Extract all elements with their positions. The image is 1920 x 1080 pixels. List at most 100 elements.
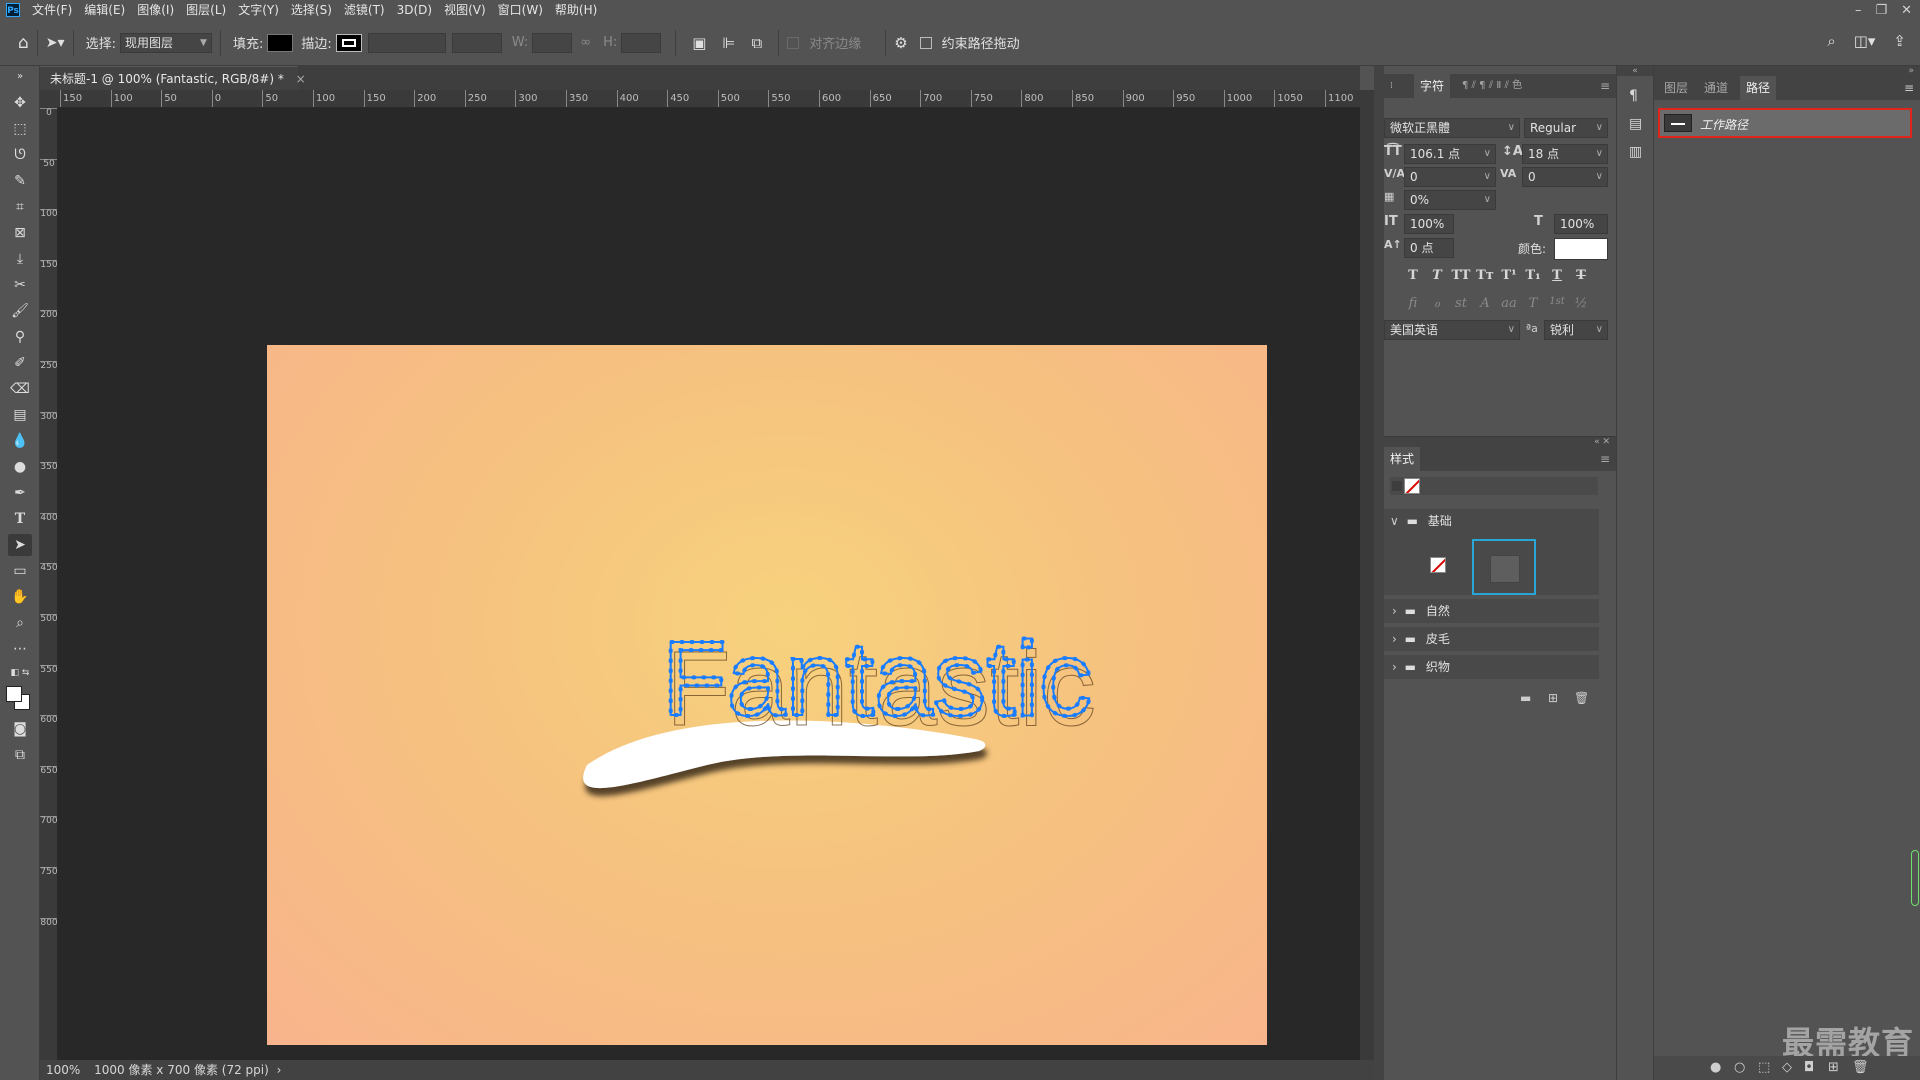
- document-tab[interactable]: 未标题-1 @ 100% (Fantastic, RGB/8#) * ×: [40, 66, 306, 90]
- edit-toolbar-icon[interactable]: ⋯: [8, 638, 32, 660]
- stroke-path-icon[interactable]: ○: [1734, 1060, 1745, 1075]
- path-arrangement-icon[interactable]: ⧉: [751, 34, 762, 52]
- menu-filter[interactable]: 滤镜(T): [338, 0, 391, 20]
- toolbox-collapse-icon[interactable]: »: [8, 66, 32, 88]
- gear-icon[interactable]: ⚙: [894, 34, 907, 52]
- styles-folder-fabric[interactable]: › ▬ 织物: [1384, 655, 1599, 679]
- styles-folder-basic[interactable]: ∨ ▬ 基础: [1384, 509, 1599, 533]
- font-style-dropdown[interactable]: Regular ∨: [1524, 118, 1608, 138]
- titling-alternates-button[interactable]: T: [1522, 296, 1544, 311]
- menu-help[interactable]: 帮助(H): [549, 0, 603, 20]
- stylistic-alternates-button[interactable]: aa: [1498, 296, 1520, 311]
- path-selection-tool-icon[interactable]: ➤: [8, 534, 32, 556]
- healing-tool-icon[interactable]: ✂: [8, 274, 32, 296]
- styles-folder-nature[interactable]: › ▬ 自然: [1384, 599, 1599, 623]
- lasso-tool-icon[interactable]: ᘎ: [8, 144, 32, 166]
- frame-tool-icon[interactable]: ⊠: [8, 222, 32, 244]
- foreground-color-swatch[interactable]: [6, 686, 22, 702]
- close-icon[interactable]: ✕: [1901, 3, 1912, 18]
- menu-file[interactable]: 文件(F): [26, 0, 78, 20]
- minimize-icon[interactable]: –: [1855, 3, 1862, 18]
- artboard[interactable]: Fantastic Fantastic Fantastic: [267, 345, 1267, 1045]
- strikethrough-button[interactable]: T: [1570, 268, 1592, 283]
- font-size-input[interactable]: 106.1 点 ∨: [1404, 144, 1496, 164]
- move-tool-icon[interactable]: ✥: [8, 92, 32, 114]
- language-dropdown[interactable]: 美国英语 ∨: [1384, 320, 1520, 340]
- text-color-swatch[interactable]: [1554, 238, 1608, 260]
- path-alignment-icon[interactable]: ⊫: [722, 34, 735, 52]
- screen-mode-icon[interactable]: ⧉: [8, 744, 32, 766]
- menu-edit[interactable]: 编辑(E): [78, 0, 131, 20]
- fractions-button[interactable]: ½: [1570, 296, 1592, 311]
- tab-channels[interactable]: 通道: [1704, 76, 1728, 100]
- eraser-tool-icon[interactable]: ⌫: [8, 378, 32, 400]
- horizontal-scale-input[interactable]: 100%: [1554, 214, 1608, 234]
- menu-type[interactable]: 文字(Y): [232, 0, 285, 20]
- notes-panel-icon[interactable]: ▥: [1629, 144, 1642, 160]
- menu-layer[interactable]: 图层(L): [180, 0, 232, 20]
- trash-icon[interactable]: 🗑: [1852, 1060, 1869, 1075]
- all-caps-button[interactable]: TT: [1450, 268, 1472, 283]
- restore-icon[interactable]: ❐: [1875, 3, 1887, 18]
- no-style-swatch[interactable]: [1430, 557, 1446, 573]
- clone-stamp-tool-icon[interactable]: ⚲: [8, 326, 32, 348]
- contextual-alternates-button[interactable]: st: [1450, 296, 1472, 311]
- ligatures-button[interactable]: fi: [1402, 296, 1424, 311]
- menu-3d[interactable]: 3D(D): [391, 0, 438, 20]
- constrain-checkbox[interactable]: [919, 36, 932, 49]
- stroke-type-dropdown[interactable]: [451, 32, 502, 53]
- paragraph-panel-icon[interactable]: ¶: [1629, 88, 1638, 104]
- swash-button[interactable]: A: [1474, 296, 1496, 311]
- stroke-swatch[interactable]: [335, 33, 362, 52]
- font-family-dropdown[interactable]: 微软正黑體 ∨: [1384, 118, 1520, 138]
- vertical-scale-input[interactable]: 100%: [1404, 214, 1454, 234]
- panel-grip-icon[interactable]: ⁞: [1384, 74, 1399, 98]
- baseline-shift-input[interactable]: 0 点: [1404, 238, 1454, 258]
- new-path-icon[interactable]: ⊞: [1828, 1060, 1839, 1075]
- workspace-icon[interactable]: ◫▾: [1854, 32, 1876, 50]
- panel-menu-icon[interactable]: ≡: [1904, 76, 1914, 100]
- faux-italic-button[interactable]: T: [1426, 268, 1448, 283]
- swap-colors-icon[interactable]: ◧ ⇆: [8, 662, 32, 684]
- default-style-swatch[interactable]: [1472, 539, 1536, 595]
- leading-input[interactable]: 18 点 ∨: [1522, 144, 1608, 164]
- ordinals-button[interactable]: 1st: [1546, 296, 1568, 307]
- panel-menu-icon[interactable]: ≡: [1594, 447, 1616, 471]
- path-selection-tool-icon[interactable]: ➤▾: [46, 35, 65, 51]
- quick-mask-icon[interactable]: ◙: [8, 718, 32, 740]
- dodge-tool-icon[interactable]: ●: [8, 456, 32, 478]
- tab-paths[interactable]: 路径: [1740, 76, 1777, 100]
- align-edges-checkbox[interactable]: [787, 36, 800, 49]
- quick-selection-tool-icon[interactable]: ✎: [8, 170, 32, 192]
- menu-image[interactable]: 图像(I): [131, 0, 180, 20]
- chevron-right-icon[interactable]: ›: [277, 1063, 282, 1077]
- eyedropper-tool-icon[interactable]: ⤓: [8, 248, 32, 270]
- work-path-row[interactable]: 工作路径: [1658, 108, 1912, 138]
- menu-view[interactable]: 视图(V): [438, 0, 492, 20]
- share-icon[interactable]: ⇪: [1893, 32, 1906, 50]
- zoom-tool-icon[interactable]: ⌕: [8, 612, 32, 634]
- brush-tool-icon[interactable]: 🖌: [8, 300, 32, 322]
- kerning-input[interactable]: 0 ∨: [1404, 167, 1496, 187]
- load-as-selection-icon[interactable]: ⬚: [1758, 1060, 1770, 1075]
- properties-panel-icon[interactable]: ▤: [1629, 116, 1642, 132]
- marquee-tool-icon[interactable]: ⬚: [8, 118, 32, 140]
- blur-tool-icon[interactable]: 💧: [8, 430, 32, 452]
- stroke-width-input[interactable]: [367, 32, 446, 53]
- hand-tool-icon[interactable]: ✋: [8, 586, 32, 608]
- history-brush-tool-icon[interactable]: ✐: [8, 352, 32, 374]
- width-input[interactable]: [532, 32, 573, 53]
- pen-tool-icon[interactable]: ✒: [8, 482, 32, 504]
- antialias-dropdown[interactable]: 锐利 ∨: [1544, 320, 1608, 340]
- superscript-button[interactable]: T¹: [1498, 268, 1520, 283]
- new-group-icon[interactable]: ▬: [1520, 691, 1531, 705]
- tab-layers[interactable]: 图层: [1664, 76, 1688, 100]
- vertical-scrollbar[interactable]: [1360, 90, 1374, 1060]
- swatch-gray-small[interactable]: [1392, 481, 1402, 491]
- document-info[interactable]: 1000 像素 x 700 像素 (72 ppi): [94, 1063, 269, 1077]
- tab-character[interactable]: 字符: [1414, 74, 1451, 98]
- crop-tool-icon[interactable]: ⌗: [8, 196, 32, 218]
- fill-path-icon[interactable]: ●: [1710, 1060, 1721, 1075]
- select-dropdown[interactable]: 现用图层 ▼: [119, 32, 212, 53]
- tracking-input[interactable]: 0 ∨: [1522, 167, 1608, 187]
